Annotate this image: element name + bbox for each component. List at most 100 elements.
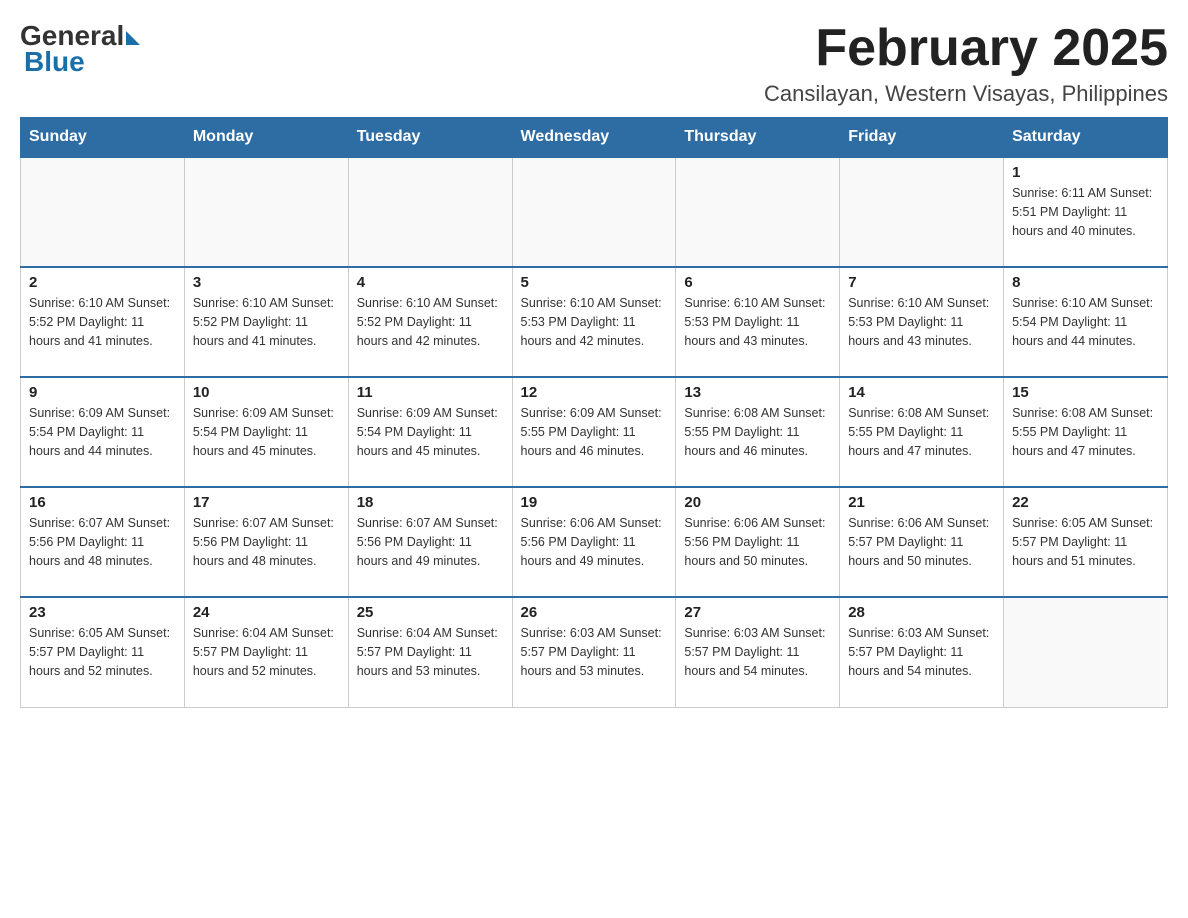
day-info: Sunrise: 6:10 AM Sunset: 5:53 PM Dayligh… <box>848 294 995 350</box>
calendar-cell: 2 Sunrise: 6:10 AM Sunset: 5:52 PM Daylig… <box>21 267 185 377</box>
day-number: 12 <box>521 384 668 401</box>
day-number: 28 <box>848 604 995 621</box>
calendar-cell: 20 Sunrise: 6:06 AM Sunset: 5:56 PM Dayli… <box>676 487 840 597</box>
calendar-cell: 8Sunrise: 6:10 AM Sunset: 5:54 PM Daylig… <box>1004 267 1168 377</box>
calendar-header-row: SundayMondayTuesdayWednesdayThursdayFrid… <box>21 118 1168 158</box>
day-info: Sunrise: 6:10 AM Sunset: 5:53 PM Dayligh… <box>521 294 668 350</box>
calendar-table: SundayMondayTuesdayWednesdayThursdayFrid… <box>20 117 1168 708</box>
day-info: Sunrise: 6:04 AM Sunset: 5:57 PM Dayligh… <box>193 624 340 680</box>
day-number: 27 <box>684 604 831 621</box>
logo-arrow-icon <box>126 31 140 45</box>
day-number: 14 <box>848 384 995 401</box>
day-info: Sunrise: 6:04 AM Sunset: 5:57 PM Dayligh… <box>357 624 504 680</box>
calendar-cell <box>512 157 676 267</box>
day-info: Sunrise: 6:09 AM Sunset: 5:54 PM Dayligh… <box>193 404 340 460</box>
weekday-header-friday: Friday <box>840 118 1004 158</box>
calendar-cell: 26 Sunrise: 6:03 AM Sunset: 5:57 PM Dayli… <box>512 597 676 707</box>
weekday-header-monday: Monday <box>184 118 348 158</box>
calendar-cell: 9 Sunrise: 6:09 AM Sunset: 5:54 PM Daylig… <box>21 377 185 487</box>
calendar-cell: 4 Sunrise: 6:10 AM Sunset: 5:52 PM Daylig… <box>348 267 512 377</box>
day-info: Sunrise: 6:10 AM Sunset: 5:52 PM Dayligh… <box>193 294 340 350</box>
day-info: Sunrise: 6:10 AM Sunset: 5:53 PM Dayligh… <box>684 294 831 350</box>
calendar-cell: 3 Sunrise: 6:10 AM Sunset: 5:52 PM Daylig… <box>184 267 348 377</box>
calendar-cell: 1Sunrise: 6:11 AM Sunset: 5:51 PM Daylig… <box>1004 157 1168 267</box>
calendar-cell: 21 Sunrise: 6:06 AM Sunset: 5:57 PM Dayli… <box>840 487 1004 597</box>
day-info: Sunrise: 6:08 AM Sunset: 5:55 PM Dayligh… <box>848 404 995 460</box>
day-info: Sunrise: 6:10 AM Sunset: 5:54 PM Dayligh… <box>1012 294 1159 350</box>
day-number: 26 <box>521 604 668 621</box>
day-number: 13 <box>684 384 831 401</box>
day-number: 5 <box>521 274 668 291</box>
day-number: 22 <box>1012 494 1159 511</box>
day-info: Sunrise: 6:07 AM Sunset: 5:56 PM Dayligh… <box>357 514 504 570</box>
calendar-cell: 12 Sunrise: 6:09 AM Sunset: 5:55 PM Dayli… <box>512 377 676 487</box>
title-block: February 2025 Cansilayan, Western Visaya… <box>764 20 1168 107</box>
calendar-cell: 27 Sunrise: 6:03 AM Sunset: 5:57 PM Dayli… <box>676 597 840 707</box>
day-number: 25 <box>357 604 504 621</box>
calendar-cell <box>184 157 348 267</box>
day-info: Sunrise: 6:10 AM Sunset: 5:52 PM Dayligh… <box>357 294 504 350</box>
week-row-5: 23Sunrise: 6:05 AM Sunset: 5:57 PM Dayli… <box>21 597 1168 707</box>
weekday-header-wednesday: Wednesday <box>512 118 676 158</box>
day-info: Sunrise: 6:09 AM Sunset: 5:54 PM Dayligh… <box>29 404 176 460</box>
day-info: Sunrise: 6:03 AM Sunset: 5:57 PM Dayligh… <box>848 624 995 680</box>
calendar-cell <box>348 157 512 267</box>
day-info: Sunrise: 6:06 AM Sunset: 5:57 PM Dayligh… <box>848 514 995 570</box>
day-info: Sunrise: 6:06 AM Sunset: 5:56 PM Dayligh… <box>521 514 668 570</box>
day-info: Sunrise: 6:03 AM Sunset: 5:57 PM Dayligh… <box>684 624 831 680</box>
location-title: Cansilayan, Western Visayas, Philippines <box>764 81 1168 107</box>
day-info: Sunrise: 6:10 AM Sunset: 5:52 PM Dayligh… <box>29 294 176 350</box>
day-number: 20 <box>684 494 831 511</box>
weekday-header-sunday: Sunday <box>21 118 185 158</box>
week-row-3: 9 Sunrise: 6:09 AM Sunset: 5:54 PM Daylig… <box>21 377 1168 487</box>
week-row-4: 16Sunrise: 6:07 AM Sunset: 5:56 PM Dayli… <box>21 487 1168 597</box>
day-number: 3 <box>193 274 340 291</box>
calendar-cell <box>1004 597 1168 707</box>
month-title: February 2025 <box>764 20 1168 77</box>
calendar-cell: 16Sunrise: 6:07 AM Sunset: 5:56 PM Dayli… <box>21 487 185 597</box>
day-info: Sunrise: 6:09 AM Sunset: 5:55 PM Dayligh… <box>521 404 668 460</box>
day-number: 15 <box>1012 384 1159 401</box>
logo: General Blue <box>20 20 140 78</box>
day-number: 18 <box>357 494 504 511</box>
day-number: 7 <box>848 274 995 291</box>
logo-blue-text: Blue <box>24 46 85 78</box>
day-info: Sunrise: 6:08 AM Sunset: 5:55 PM Dayligh… <box>1012 404 1159 460</box>
weekday-header-thursday: Thursday <box>676 118 840 158</box>
calendar-cell: 23Sunrise: 6:05 AM Sunset: 5:57 PM Dayli… <box>21 597 185 707</box>
day-number: 10 <box>193 384 340 401</box>
page-header: General Blue February 2025 Cansilayan, W… <box>20 20 1168 107</box>
day-number: 21 <box>848 494 995 511</box>
day-number: 2 <box>29 274 176 291</box>
calendar-cell: 25 Sunrise: 6:04 AM Sunset: 5:57 PM Dayli… <box>348 597 512 707</box>
calendar-cell: 10 Sunrise: 6:09 AM Sunset: 5:54 PM Dayli… <box>184 377 348 487</box>
calendar-cell <box>840 157 1004 267</box>
day-info: Sunrise: 6:07 AM Sunset: 5:56 PM Dayligh… <box>29 514 176 570</box>
calendar-cell: 15 Sunrise: 6:08 AM Sunset: 5:55 PM Dayli… <box>1004 377 1168 487</box>
calendar-cell: 24 Sunrise: 6:04 AM Sunset: 5:57 PM Dayli… <box>184 597 348 707</box>
calendar-cell: 6Sunrise: 6:10 AM Sunset: 5:53 PM Daylig… <box>676 267 840 377</box>
day-number: 17 <box>193 494 340 511</box>
calendar-cell <box>21 157 185 267</box>
calendar-cell: 22Sunrise: 6:05 AM Sunset: 5:57 PM Dayli… <box>1004 487 1168 597</box>
day-number: 23 <box>29 604 176 621</box>
day-info: Sunrise: 6:03 AM Sunset: 5:57 PM Dayligh… <box>521 624 668 680</box>
day-number: 4 <box>357 274 504 291</box>
calendar-cell: 18 Sunrise: 6:07 AM Sunset: 5:56 PM Dayli… <box>348 487 512 597</box>
day-info: Sunrise: 6:09 AM Sunset: 5:54 PM Dayligh… <box>357 404 504 460</box>
day-info: Sunrise: 6:08 AM Sunset: 5:55 PM Dayligh… <box>684 404 831 460</box>
calendar-cell: 17 Sunrise: 6:07 AM Sunset: 5:56 PM Dayli… <box>184 487 348 597</box>
calendar-cell: 19Sunrise: 6:06 AM Sunset: 5:56 PM Dayli… <box>512 487 676 597</box>
calendar-cell: 14 Sunrise: 6:08 AM Sunset: 5:55 PM Dayli… <box>840 377 1004 487</box>
day-number: 9 <box>29 384 176 401</box>
day-number: 1 <box>1012 164 1159 181</box>
day-info: Sunrise: 6:06 AM Sunset: 5:56 PM Dayligh… <box>684 514 831 570</box>
calendar-cell <box>676 157 840 267</box>
calendar-cell: 13 Sunrise: 6:08 AM Sunset: 5:55 PM Dayli… <box>676 377 840 487</box>
week-row-2: 2 Sunrise: 6:10 AM Sunset: 5:52 PM Daylig… <box>21 267 1168 377</box>
week-row-1: 1Sunrise: 6:11 AM Sunset: 5:51 PM Daylig… <box>21 157 1168 267</box>
day-number: 24 <box>193 604 340 621</box>
calendar-cell: 5 Sunrise: 6:10 AM Sunset: 5:53 PM Daylig… <box>512 267 676 377</box>
weekday-header-tuesday: Tuesday <box>348 118 512 158</box>
day-info: Sunrise: 6:07 AM Sunset: 5:56 PM Dayligh… <box>193 514 340 570</box>
